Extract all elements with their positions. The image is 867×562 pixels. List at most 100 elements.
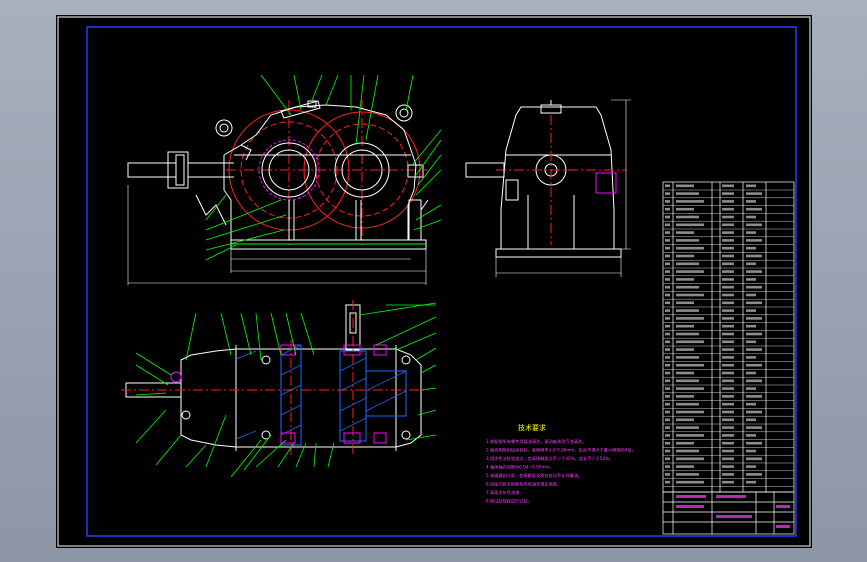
table-cell-mark — [722, 457, 734, 461]
table-cell-mark — [665, 395, 670, 398]
table-cell-mark — [676, 426, 699, 429]
title-block-mark — [776, 525, 790, 528]
table-cell-mark — [722, 363, 734, 367]
table-cell-mark — [665, 387, 670, 390]
table-cell-mark — [722, 317, 734, 320]
table-cell-mark — [722, 231, 734, 234]
table-cell-mark — [722, 465, 734, 468]
notes-line: 3.用涂色法检验斑点，齿高接触斑点不少于40%，齿长不少于50%。 — [486, 455, 613, 462]
side-view — [465, 99, 631, 277]
table-cell-mark — [746, 410, 762, 414]
table-cell-mark — [676, 254, 694, 258]
table-cell-mark — [722, 410, 734, 414]
table-cell-mark — [665, 309, 670, 312]
table-cell-mark — [746, 387, 756, 390]
table-cell-mark — [746, 239, 762, 242]
title-block-mark — [776, 505, 790, 508]
table-cell-mark — [722, 348, 734, 351]
table-cell-mark — [746, 184, 756, 188]
table-cell-mark — [665, 239, 670, 242]
table-cell-mark — [746, 426, 762, 429]
title-block-mark — [716, 495, 746, 498]
table-cell-mark — [676, 441, 694, 445]
table-cell-mark — [676, 340, 704, 344]
table-cell-mark — [665, 441, 670, 445]
table-cell-mark — [746, 270, 762, 273]
table-cell-mark — [746, 223, 762, 227]
table-cell-mark — [746, 395, 762, 398]
table-cell-mark — [676, 200, 704, 203]
table-cell-mark — [722, 434, 734, 437]
table-cell-mark — [676, 207, 694, 211]
input-shaft — [127, 162, 177, 178]
table-cell-mark — [676, 402, 699, 406]
table-cell-mark — [676, 332, 699, 336]
title-block-marks — [676, 495, 790, 528]
table-cell-mark — [746, 371, 756, 375]
table-cell-mark — [722, 278, 734, 281]
notes-line: 6.机座内装全损耗系统用油至规定高度。 — [486, 481, 561, 488]
table-cell-mark — [746, 379, 762, 383]
notes-line: 5.减速器剖分面、各接触面及密封处均不允许漏油。 — [486, 472, 582, 479]
table-cell-mark — [665, 254, 670, 258]
table-cell-mark — [746, 473, 762, 476]
table-cell-mark — [722, 301, 734, 305]
table-cell-mark — [665, 278, 670, 281]
table-cell-mark — [665, 418, 670, 422]
table-cell-mark — [746, 441, 762, 445]
table-cell-mark — [665, 410, 670, 414]
table-cell-mark — [665, 348, 670, 351]
table-cell-mark — [746, 278, 756, 281]
table-cell-mark — [665, 262, 670, 266]
notes-line: 1.装配前所有零件用煤油清洗，滚动轴承用汽油清洗。 — [486, 438, 586, 445]
table-cell-mark — [676, 231, 694, 234]
table-cell-mark — [722, 480, 734, 484]
title-block-mark — [676, 505, 704, 508]
table-cell-mark — [676, 324, 694, 328]
table-cell-mark — [722, 356, 734, 359]
table-cell-mark — [676, 449, 699, 453]
table-cell-mark — [665, 480, 670, 484]
table-cell-mark — [746, 317, 762, 320]
table-cell-mark — [722, 184, 734, 188]
table-cell-mark — [665, 324, 670, 328]
table-cell-mark — [746, 348, 762, 351]
table-cell-mark — [746, 402, 756, 406]
table-cell-mark — [746, 418, 756, 422]
table-cell-mark — [746, 332, 762, 336]
table-cell-mark — [665, 207, 670, 211]
lifting-eye-right — [395, 104, 413, 122]
table-cell-mark — [676, 309, 699, 312]
table-cell-mark — [676, 418, 694, 422]
table-cell-mark — [746, 200, 756, 203]
table-cell-mark — [722, 402, 734, 406]
table-cell-mark — [676, 293, 704, 297]
table-cell-mark — [722, 395, 734, 398]
table-cell-mark — [722, 441, 734, 445]
table-cell-mark — [676, 363, 704, 367]
title-block-mark — [716, 515, 752, 518]
table-cell-mark — [676, 473, 699, 476]
table-cell-mark — [665, 371, 670, 375]
table-cell-mark — [746, 465, 756, 468]
table-cell-mark — [746, 215, 756, 219]
table-cell-mark — [676, 184, 694, 188]
table-cell-mark — [722, 309, 734, 312]
side-base — [495, 248, 622, 258]
table-cell-mark — [665, 465, 670, 468]
table-cell-mark — [676, 379, 699, 383]
table-cell-mark — [665, 270, 670, 273]
table-cell-mark — [722, 387, 734, 390]
table-cell-mark — [676, 356, 699, 359]
table-cell-mark — [676, 480, 704, 484]
table-cell-mark — [665, 223, 670, 227]
table-cell-mark — [722, 207, 734, 211]
table-cell-mark — [722, 223, 734, 227]
table-cell-mark — [746, 309, 756, 312]
table-cell-mark — [722, 200, 734, 203]
table-cell-mark — [665, 246, 670, 250]
plan-bearing-1 — [280, 344, 296, 356]
table-cell-mark — [746, 293, 756, 297]
assembly-drawing: 技术要求 1.装配前所有零件用煤油清洗，滚动轴承用汽油清洗。 2.啮合侧隙用铅丝检… — [57, 16, 811, 547]
table-cell-mark — [665, 340, 670, 344]
